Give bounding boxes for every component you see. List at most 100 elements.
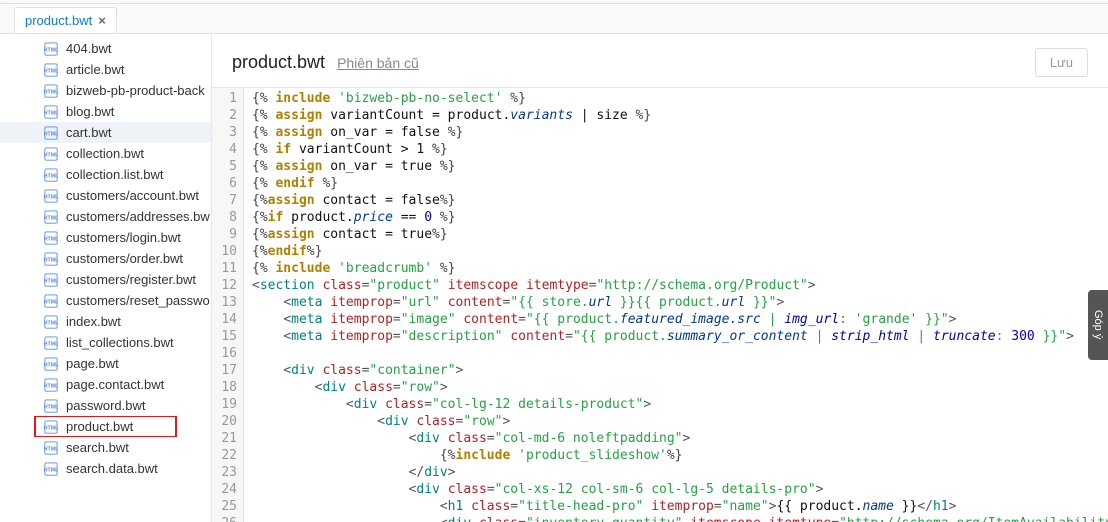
file-title: product.bwt — [232, 52, 325, 73]
old-version-link[interactable]: Phiên bản cũ — [337, 55, 419, 71]
svg-text:HTML: HTML — [44, 404, 58, 410]
code-line[interactable]: {% endif %} — [252, 175, 1108, 192]
html-file-icon: HTML — [44, 42, 58, 56]
svg-text:HTML: HTML — [44, 215, 58, 221]
file-item-collection-list-bwt[interactable]: HTMLcollection.list.bwt — [0, 164, 211, 185]
file-name: 404.bwt — [66, 41, 112, 56]
html-file-icon: HTML — [44, 336, 58, 350]
code-line[interactable]: <div class="col-xs-12 col-sm-6 col-lg-5 … — [252, 481, 1108, 498]
file-name: index.bwt — [66, 314, 121, 329]
file-item-page-contact-bwt[interactable]: HTMLpage.contact.bwt — [0, 374, 211, 395]
svg-text:HTML: HTML — [44, 446, 58, 452]
file-name: page.bwt — [66, 356, 119, 371]
file-item-customers-login-bwt[interactable]: HTMLcustomers/login.bwt — [0, 227, 211, 248]
line-number: 17 — [212, 362, 237, 379]
svg-text:HTML: HTML — [44, 236, 58, 242]
file-item-page-bwt[interactable]: HTML page.bwt — [0, 353, 211, 374]
code-line[interactable]: {% assign variantCount = product.variant… — [252, 107, 1108, 124]
code-editor[interactable]: 1234567891011121314151617181920212223242… — [212, 87, 1108, 522]
file-name: blog.bwt — [66, 104, 114, 119]
tab-label: product.bwt — [25, 13, 92, 28]
file-item-customers-addresses-bw[interactable]: HTMLcustomers/addresses.bw — [0, 206, 211, 227]
line-number: 24 — [212, 481, 237, 498]
code-line[interactable]: {% include 'breadcrumb' %} — [252, 260, 1108, 277]
code-line[interactable]: <meta itemprop="description" content="{{… — [252, 328, 1108, 345]
svg-text:HTML: HTML — [44, 257, 58, 263]
file-item-customers-reset-passwo[interactable]: HTMLcustomers/reset_passwo — [0, 290, 211, 311]
line-number: 22 — [212, 447, 237, 464]
file-item-blog-bwt[interactable]: HTMLblog.bwt — [0, 101, 211, 122]
code-line[interactable]: {%include 'product_slideshow'%} — [252, 447, 1108, 464]
file-item-article-bwt[interactable]: HTMLarticle.bwt — [0, 59, 211, 80]
file-item-search-data-bwt[interactable]: HTMLsearch.data.bwt — [0, 458, 211, 479]
code-line[interactable] — [252, 345, 1108, 362]
line-number: 25 — [212, 498, 237, 515]
file-item-customers-account-bwt[interactable]: HTMLcustomers/account.bwt — [0, 185, 211, 206]
line-number: 6 — [212, 175, 237, 192]
file-item-customers-order-bwt[interactable]: HTMLcustomers/order.bwt — [0, 248, 211, 269]
line-number: 23 — [212, 464, 237, 481]
line-number: 16 — [212, 345, 237, 362]
code-line[interactable]: <h1 class="title-head-pro" itemprop="nam… — [252, 498, 1108, 515]
html-file-icon: HTML — [44, 357, 58, 371]
html-file-icon: HTML — [44, 294, 58, 308]
svg-text:HTML: HTML — [44, 194, 58, 200]
file-item-index-bwt[interactable]: HTML index.bwt — [0, 311, 211, 332]
line-number: 18 — [212, 379, 237, 396]
line-number: 8 — [212, 209, 237, 226]
code-line[interactable]: <div class="col-md-6 noleftpadding"> — [252, 430, 1108, 447]
file-item-customers-register-bwt[interactable]: HTMLcustomers/register.bwt — [0, 269, 211, 290]
code-line[interactable]: {%endif%} — [252, 243, 1108, 260]
code-line[interactable]: {% assign on_var = false %} — [252, 124, 1108, 141]
code-line[interactable]: {% assign on_var = true %} — [252, 158, 1108, 175]
line-number: 11 — [212, 260, 237, 277]
editor-titlebar: product.bwt Phiên bản cũ Lưu — [212, 34, 1108, 87]
html-file-icon: HTML — [44, 441, 58, 455]
code-line[interactable]: {%assign contact = false%} — [252, 192, 1108, 209]
file-name: search.data.bwt — [66, 461, 158, 476]
file-item-password-bwt[interactable]: HTML password.bwt — [0, 395, 211, 416]
line-number: 26 — [212, 515, 237, 522]
file-item-product-bwt[interactable]: HTMLproduct.bwt — [0, 416, 211, 437]
code-line[interactable]: {%if product.price == 0 %} — [252, 209, 1108, 226]
file-item-collection-bwt[interactable]: HTMLcollection.bwt — [0, 143, 211, 164]
code-content[interactable]: {% include 'bizweb-pb-no-select' %}{% as… — [244, 88, 1108, 522]
code-line[interactable]: <div class="container"> — [252, 362, 1108, 379]
svg-text:HTML: HTML — [44, 173, 58, 179]
file-name: cart.bwt — [66, 125, 112, 140]
code-line[interactable]: <section class="product" itemscope itemt… — [252, 277, 1108, 294]
line-number: 21 — [212, 430, 237, 447]
html-file-icon: HTML — [44, 63, 58, 77]
line-number: 1 — [212, 90, 237, 107]
file-item-list-collections-bwt[interactable]: HTMLlist_collections.bwt — [0, 332, 211, 353]
code-line[interactable]: <div class="row"> — [252, 413, 1108, 430]
close-icon[interactable]: × — [98, 13, 106, 28]
code-line[interactable]: {% if variantCount > 1 %} — [252, 141, 1108, 158]
code-line[interactable]: {%assign contact = true%} — [252, 226, 1108, 243]
tab-product-bwt[interactable]: product.bwt × — [14, 7, 117, 33]
file-item-404-bwt[interactable]: HTML 404.bwt — [0, 38, 211, 59]
code-line[interactable]: </div> — [252, 464, 1108, 481]
svg-text:HTML: HTML — [44, 278, 58, 284]
code-line[interactable]: {% include 'bizweb-pb-no-select' %} — [252, 90, 1108, 107]
html-file-icon: HTML — [44, 315, 58, 329]
feedback-tab[interactable]: Góp ý — [1088, 290, 1108, 360]
line-number: 5 — [212, 158, 237, 175]
file-name: password.bwt — [66, 398, 145, 413]
code-line[interactable]: <div class="inventory_quantity" itemscop… — [252, 515, 1108, 522]
file-item-bizweb-pb-product-back[interactable]: HTMLbizweb-pb-product-back — [0, 80, 211, 101]
file-item-search-bwt[interactable]: HTML search.bwt — [0, 437, 211, 458]
line-number: 20 — [212, 413, 237, 430]
line-number: 3 — [212, 124, 237, 141]
svg-text:HTML: HTML — [44, 320, 58, 326]
html-file-icon: HTML — [44, 126, 58, 140]
file-name: search.bwt — [66, 440, 129, 455]
code-line[interactable]: <div class="row"> — [252, 379, 1108, 396]
file-name: collection.bwt — [66, 146, 144, 161]
line-number: 9 — [212, 226, 237, 243]
code-line[interactable]: <meta itemprop="url" content="{{ store.u… — [252, 294, 1108, 311]
save-button[interactable]: Lưu — [1035, 48, 1088, 77]
code-line[interactable]: <meta itemprop="image" content="{{ produ… — [252, 311, 1108, 328]
file-item-cart-bwt[interactable]: HTML cart.bwt — [0, 122, 211, 143]
code-line[interactable]: <div class="col-lg-12 details-product"> — [252, 396, 1108, 413]
